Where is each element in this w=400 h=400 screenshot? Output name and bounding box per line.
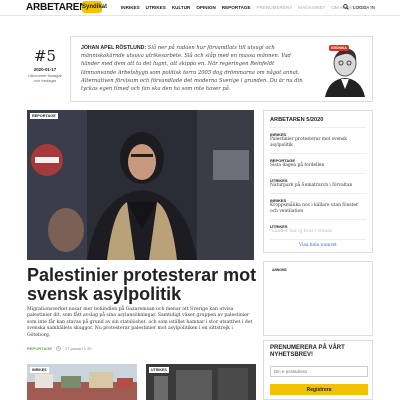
- thumb-article-1[interactable]: INRIKES: [27, 364, 137, 400]
- nav-item-opinion[interactable]: OPINION: [196, 5, 215, 10]
- issue-item-title[interactable]: Sista dagen på fordellen: [270, 163, 366, 169]
- nav-item-kultur[interactable]: KULTUR: [172, 5, 191, 10]
- login-link[interactable]: LOGGA IN: [353, 5, 375, 10]
- nav-item-utrikes[interactable]: UTRIKES: [146, 5, 166, 10]
- edition-note: Utkommer tisdagar och fredagar: [28, 73, 62, 83]
- clock-icon: [56, 346, 61, 351]
- column-author: JOHAN APEL RÖSTLUND:: [81, 45, 147, 51]
- site-logo[interactable]: ARBETAREN: [26, 2, 86, 13]
- issue-item[interactable]: REPORTAGE Sista dagen på fordellen: [270, 154, 366, 174]
- issue-item[interactable]: INRIKES Palestinier protesterar mot sven…: [270, 128, 366, 154]
- main-nav: INRIKES UTRIKES KULTUR OPINION REPORTAGE…: [121, 5, 368, 10]
- thumb-article-2[interactable]: UTRIKES: [146, 364, 256, 400]
- column-body: Slå ner på radaen hur förvandlats till u…: [81, 45, 303, 93]
- issue-title: ARBETAREN 5/2020: [270, 117, 366, 128]
- column-tag: KRÖNIKA: [329, 45, 349, 51]
- issue-item-title[interactable]: Palestinier protesterar mot svensk asylp…: [270, 137, 366, 149]
- nav-item-prenumerera[interactable]: PRENUMERERA: [257, 5, 293, 10]
- nav-item-magasinet[interactable]: MAGASINET: [298, 5, 325, 10]
- issue-item[interactable]: INRIKES Kroppsmålika nos i källare utan …: [270, 194, 366, 220]
- nav-item-inrikes[interactable]: INRIKES: [121, 5, 140, 10]
- issue-item[interactable]: UTRIKES Naturpark på Sumatrarch i förval…: [270, 174, 366, 194]
- top-bar: ARBETAREN Syndikat INRIKES UTRIKES KULTU…: [0, 0, 400, 16]
- edition-date: 2020-01-17: [33, 67, 57, 72]
- thumb-tag-2: UTRIKES: [149, 367, 169, 373]
- thumb-tag-1: INRIKES: [30, 367, 49, 373]
- meta-date: 17 januari 1 20: [65, 346, 92, 351]
- hero-image[interactable]: REPORTAGE: [27, 110, 254, 260]
- meta-tag[interactable]: REPORTAGE: [27, 346, 52, 351]
- issue-item[interactable]: UTRIKES "Länder har ej kvar i vinnas: [270, 220, 366, 240]
- issue-item-title[interactable]: Kroppsmålika nos i källare utan fönster …: [270, 203, 366, 215]
- nav-item-reportage[interactable]: REPORTAGE: [222, 5, 251, 10]
- ad-label: ANNONS: [272, 268, 287, 272]
- ad-slot[interactable]: ANNONS: [263, 261, 373, 336]
- issue-item-title[interactable]: "Länder har ej kvar i vinnas: [270, 229, 366, 235]
- newsletter-signup: PRENUMERERA PÅ VÅRT NYHETSBREV! Registre…: [263, 340, 373, 400]
- newsletter-register-button[interactable]: Registrera: [270, 384, 368, 396]
- show-full-issue-link[interactable]: Visa hela numret: [270, 243, 366, 248]
- edition-info: #5 2020-01-17 Utkommer tisdagar och fred…: [27, 47, 63, 83]
- search-icon[interactable]: [343, 4, 349, 10]
- edition-number[interactable]: #5: [27, 47, 63, 65]
- hero-tag: REPORTAGE: [30, 113, 58, 119]
- hero-photo: [27, 110, 254, 260]
- article-meta: REPORTAGE 17 januari 1 20: [27, 346, 92, 351]
- column-teaser[interactable]: JOHAN APEL RÖSTLUND: Slå ner på radaen h…: [70, 36, 373, 102]
- issue-contents: ARBETAREN 5/2020 INRIKES Palestinier pro…: [263, 110, 373, 253]
- column-text: JOHAN APEL RÖSTLUND: Slå ner på radaen h…: [81, 44, 311, 93]
- article-lead: Migrationsverket nosar mer bohindlen på …: [27, 307, 253, 338]
- logo-badge: Syndikat: [82, 1, 107, 13]
- newsletter-title: PRENUMERERA PÅ VÅRT NYHETSBREV!: [270, 345, 345, 359]
- newsletter-email-input[interactable]: [270, 365, 368, 377]
- article-headline[interactable]: Palestinier protesterar mot svensk asylp…: [27, 266, 257, 304]
- issue-item-title[interactable]: Naturpark på Sumatrarch i förvaltan: [270, 183, 366, 189]
